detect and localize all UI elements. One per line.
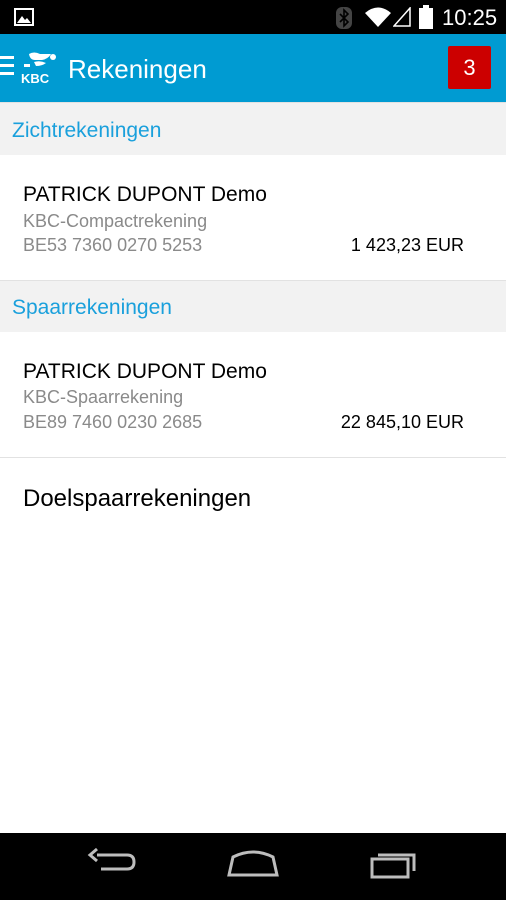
home-icon[interactable]	[225, 847, 281, 879]
account-type: KBC-Spaarrekening	[23, 387, 184, 407]
divider	[0, 457, 506, 458]
account-type: KBC-Compactrekening	[23, 211, 208, 231]
section-title: Spaarrekeningen	[12, 296, 172, 319]
section-title: Zichtrekeningen	[12, 119, 162, 142]
svg-text:KBC: KBC	[21, 71, 50, 85]
wifi-icon	[365, 7, 391, 27]
status-time: 10:25	[442, 5, 498, 30]
app-bar: KBC Rekeningen 3	[0, 34, 506, 102]
menu-icon[interactable]	[0, 56, 14, 80]
account-holder: PATRICK DUPONT Demo	[23, 183, 267, 206]
account-holder: PATRICK DUPONT Demo	[23, 360, 267, 383]
account-balance: 1 423,23 EUR	[350, 235, 464, 255]
account-item[interactable]: PATRICK DUPONT Demo KBC-Compactrekening …	[0, 155, 506, 280]
picture-icon	[14, 8, 34, 26]
goal-savings-item[interactable]: Doelspaarrekeningen	[23, 485, 251, 513]
recent-apps-icon[interactable]	[368, 847, 420, 879]
page-title: Rekeningen	[68, 54, 207, 84]
signal-icon	[393, 7, 411, 27]
back-icon[interactable]	[87, 847, 137, 879]
section-header-spaarrekeningen: Spaarrekeningen	[0, 280, 506, 333]
account-iban: BE89 7460 0230 2685	[23, 412, 203, 432]
notification-badge[interactable]: 3	[448, 46, 491, 89]
status-bar: 10:25	[0, 0, 506, 34]
section-header-zichtrekeningen: Zichtrekeningen	[0, 102, 506, 156]
account-balance: 22 845,10 EUR	[340, 412, 464, 432]
account-iban: BE53 7360 0270 5253	[23, 235, 203, 255]
kbc-logo[interactable]: KBC	[20, 51, 60, 85]
bluetooth-icon	[336, 7, 352, 29]
account-item[interactable]: PATRICK DUPONT Demo KBC-Spaarrekening BE…	[0, 332, 506, 457]
battery-icon	[419, 5, 433, 29]
navigation-bar	[0, 833, 506, 900]
